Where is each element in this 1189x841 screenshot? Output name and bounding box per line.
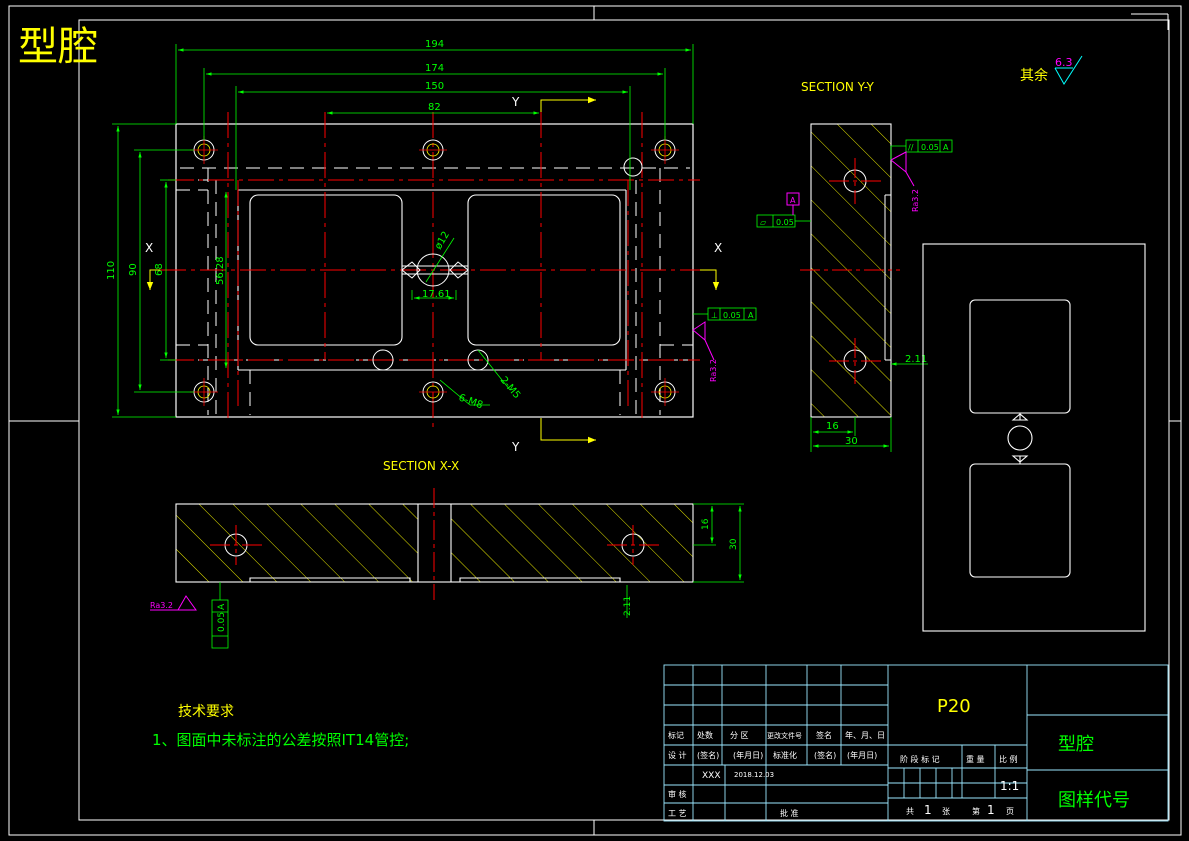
- pin-hole: [623, 157, 643, 177]
- yy-datum: A: [790, 196, 796, 205]
- tb-stage-0: 阶 段 标 记: [900, 754, 940, 764]
- plan-tol-ref: A: [748, 311, 754, 320]
- dim-90: 90: [128, 263, 139, 276]
- tb-hdr-4: 签名: [816, 730, 832, 740]
- dim-56: 56.28: [215, 256, 226, 285]
- tb-row-1: (签名): [697, 750, 719, 760]
- yy-tol-flat: 0.05: [776, 218, 794, 227]
- title-block-text: P20 型腔 图样代号 1:1 标记 处数 分 区 更改文件号 签名 年、月、日…: [668, 696, 1130, 818]
- tb-sheet-5: 页: [1006, 807, 1014, 816]
- tb-date: 2018.12.03: [734, 771, 774, 779]
- plan-view: 194 174 150 82 110 90 68 56.28 ø12 17.61…: [106, 39, 757, 454]
- dim-110: 110: [106, 261, 117, 280]
- svg-text:▱: ▱: [760, 218, 767, 227]
- tb-scale: 1:1: [1000, 779, 1019, 793]
- section-xx: SECTION X-X 16 30 2.11 0.05 A Ra3.2: [150, 459, 744, 649]
- tb-row-3: 标准化: [773, 750, 797, 760]
- tb-sheet-3: 第: [972, 806, 980, 816]
- tb-sheet-2: 张: [942, 807, 950, 816]
- surface-note-prefix: 其余: [1020, 67, 1048, 84]
- xx-dim-16: 16: [701, 518, 711, 530]
- tb-audit: 审 核: [668, 789, 687, 799]
- section-xx-label: SECTION X-X: [383, 459, 459, 473]
- tb-process: 工 艺: [668, 809, 687, 818]
- yy-dim-16: 16: [826, 421, 839, 432]
- yy-tol-par: 0.05: [921, 143, 939, 152]
- tb-stage-2: 比 例: [999, 754, 1018, 764]
- plan-roughness: [692, 321, 715, 361]
- tb-approve: 批 准: [780, 808, 799, 818]
- tb-sheet-4: 1: [987, 803, 995, 817]
- dim-d12: ø12: [433, 230, 452, 252]
- drawing-sheet: 型腔 194 174 150 82 110 90 68 56.28 ø12 17…: [8, 5, 1182, 836]
- dim-194: 194: [425, 39, 444, 50]
- tb-part-name: 型腔: [1058, 734, 1094, 755]
- tb-hdr-0: 标记: [668, 730, 684, 740]
- svg-text://: //: [908, 143, 914, 152]
- yy-roughness: Ra3.2: [911, 189, 920, 212]
- dim-2m5: 2-M5: [498, 375, 522, 401]
- tb-row-5: (年月日): [847, 750, 877, 760]
- cut-label-x-right: X: [714, 241, 722, 255]
- tb-row-2: (年月日): [733, 750, 763, 760]
- yy-tol-par-ref: A: [943, 143, 949, 152]
- tb-drawing-no: 图样代号: [1058, 790, 1130, 811]
- tb-hdr-2: 分 区: [730, 731, 749, 740]
- tb-sheet-1: 1: [924, 803, 932, 817]
- plan-roughness-label: Ra3.2: [709, 359, 718, 382]
- cut-label-y-bottom: Y: [511, 440, 520, 454]
- surface-note: 其余 6.3: [1020, 55, 1083, 85]
- tb-hdr-1: 处数: [697, 730, 713, 740]
- tb-material: P20: [937, 696, 971, 717]
- drawing-title: 型腔: [18, 24, 98, 70]
- section-yy-label: SECTION Y-Y: [801, 80, 874, 94]
- screw-holes: [193, 139, 676, 403]
- tb-designer: XXX: [702, 771, 721, 781]
- xx-dim-30: 30: [729, 538, 739, 550]
- dim-1761: 17.61: [422, 289, 451, 300]
- dim-6m8: 6-M8: [457, 392, 484, 411]
- cut-label-x-left: X: [145, 241, 153, 255]
- tb-hdr-5: 年、月、日: [845, 730, 885, 740]
- xx-dim-211: 2.11: [623, 596, 633, 616]
- xx-roughness: Ra3.2: [150, 601, 173, 610]
- tb-row-0: 设 计: [668, 750, 687, 760]
- svg-text:⊥: ⊥: [711, 311, 718, 320]
- tech-requirements: 技术要求 1、图面中未标注的公差按照IT14管控;: [152, 704, 409, 749]
- xx-tol-ref: A: [217, 603, 227, 610]
- part-preview: [922, 243, 1146, 632]
- cut-label-y-top: Y: [511, 95, 520, 109]
- pocket-outline: [237, 189, 627, 371]
- tb-row-4: (签名): [814, 750, 836, 760]
- yy-dim-211: 2.11: [905, 354, 927, 365]
- tb-stage-1: 重 量: [966, 754, 985, 764]
- tb-hdr-3: 更改文件号: [767, 731, 802, 740]
- tech-line1: 1、图面中未标注的公差按照IT14管控;: [152, 731, 409, 749]
- tech-heading: 技术要求: [178, 704, 234, 720]
- dim-150: 150: [425, 81, 444, 92]
- xx-tol-value: 0.05: [217, 612, 227, 632]
- dim-174: 174: [425, 63, 444, 74]
- tb-sheet-0: 共: [906, 807, 914, 816]
- dim-82: 82: [428, 102, 441, 113]
- surface-note-value: 6.3: [1055, 56, 1073, 69]
- yy-dim-30: 30: [845, 436, 858, 447]
- plan-tol-value: 0.05: [723, 311, 741, 320]
